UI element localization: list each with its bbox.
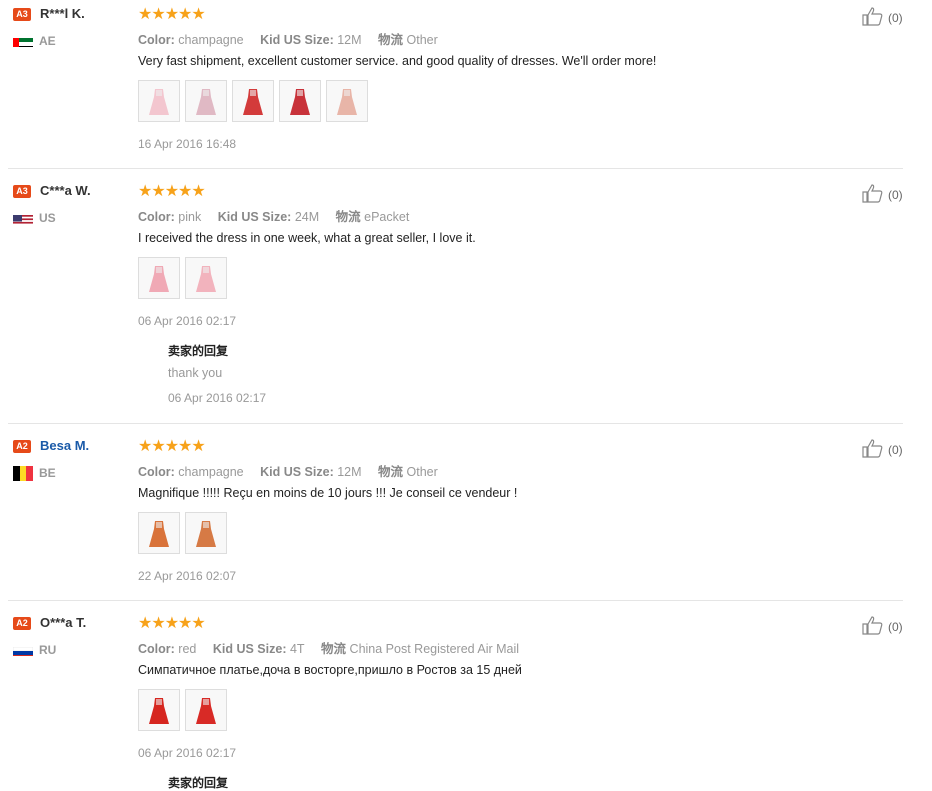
review-photo-thumbnail[interactable] (185, 512, 227, 554)
buyer-level-badge: A3 (13, 8, 31, 21)
review-photo-thumbnail[interactable] (138, 257, 180, 299)
star-rating: ★★★★★ (138, 181, 206, 200)
buyer-level-badge: A2 (13, 617, 31, 630)
review-photos (138, 512, 227, 554)
order-info: Color: red Kid US Size: 4T 物流 China Post… (138, 642, 520, 656)
review-photo-thumbnail[interactable] (185, 80, 227, 122)
order-info: Color: champagne Kid US Size: 12M 物流 Oth… (138, 33, 438, 47)
helpful-button[interactable]: (0) (861, 6, 903, 30)
review-text: I received the dress in one week, what a… (138, 231, 476, 245)
divider (8, 168, 903, 169)
review-photo-thumbnail[interactable] (326, 80, 368, 122)
helpful-button[interactable]: (0) (861, 438, 903, 462)
review-photo-thumbnail[interactable] (138, 512, 180, 554)
review-text: Симпатичное платье,доча в восторге,пришл… (138, 663, 522, 677)
review-photo-thumbnail[interactable] (185, 257, 227, 299)
divider (8, 423, 903, 424)
review-photo-thumbnail[interactable] (279, 80, 321, 122)
helpful-count: (0) (888, 620, 903, 634)
thumbs-up-icon (861, 6, 885, 30)
seller-reply-date: 06 Apr 2016 02:17 (168, 391, 267, 405)
buyer-country: RU (39, 643, 57, 657)
divider (8, 600, 903, 601)
review-photo-thumbnail[interactable] (185, 689, 227, 731)
helpful-count: (0) (888, 11, 903, 25)
review-date: 06 Apr 2016 02:17 (138, 314, 237, 328)
helpful-count: (0) (888, 443, 903, 457)
review-date: 16 Apr 2016 16:48 (138, 137, 237, 151)
helpful-button[interactable]: (0) (861, 615, 903, 639)
ae-flag-icon (13, 35, 33, 47)
review-photos (138, 80, 368, 122)
review-date: 06 Apr 2016 02:17 (138, 746, 237, 760)
ru-flag-icon (13, 644, 33, 656)
thumbs-up-icon (861, 438, 885, 462)
thumbs-up-icon (861, 183, 885, 207)
review-text: Magnifique !!!!! Reçu en moins de 10 jou… (138, 486, 518, 500)
seller-reply-text: thank you (168, 366, 223, 380)
review-text: Very fast shipment, excellent customer s… (138, 54, 657, 68)
seller-reply-title: 卖家的回复 (168, 776, 229, 790)
review-photos (138, 257, 227, 299)
order-info: Color: champagne Kid US Size: 12M 物流 Oth… (138, 465, 438, 479)
review-photo-thumbnail[interactable] (232, 80, 274, 122)
review-date: 22 Apr 2016 02:07 (138, 569, 237, 583)
thumbs-up-icon (861, 615, 885, 639)
star-rating: ★★★★★ (138, 4, 206, 23)
buyer-name-link[interactable]: Besa M. (40, 438, 89, 453)
buyer-level-badge: A2 (13, 440, 31, 453)
review-photo-thumbnail[interactable] (138, 80, 180, 122)
seller-reply-title: 卖家的回复 (168, 344, 229, 358)
buyer-level-badge: A3 (13, 185, 31, 198)
review-photos (138, 689, 227, 731)
buyer-name: C***a W. (40, 183, 91, 198)
buyer-name: O***a T. (40, 615, 87, 630)
us-flag-icon (13, 212, 33, 224)
star-rating: ★★★★★ (138, 436, 206, 455)
review-photo-thumbnail[interactable] (138, 689, 180, 731)
order-info: Color: pink Kid US Size: 24M 物流 ePacket (138, 210, 410, 224)
buyer-country: US (39, 211, 56, 225)
be-flag-icon (13, 466, 33, 481)
helpful-button[interactable]: (0) (861, 183, 903, 207)
star-rating: ★★★★★ (138, 613, 206, 632)
buyer-country: BE (39, 466, 56, 480)
buyer-country: AE (39, 34, 56, 48)
buyer-name: R***l K. (40, 6, 85, 21)
helpful-count: (0) (888, 188, 903, 202)
